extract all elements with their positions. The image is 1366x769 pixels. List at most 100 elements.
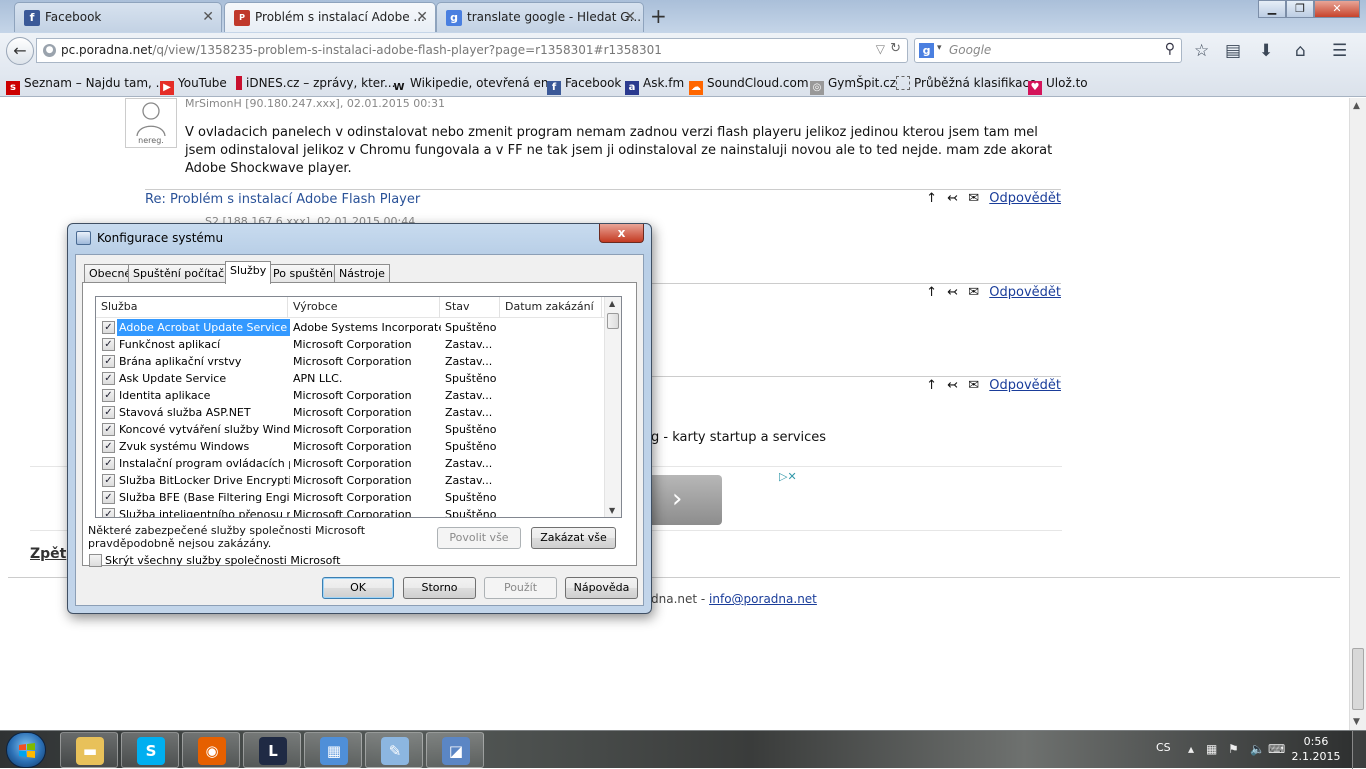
clock[interactable]: 0:56 2.1.2015 (1286, 734, 1346, 764)
service-row[interactable]: ✓ Koncové vytváření služby Windo... Micros… (96, 421, 606, 438)
volume-icon[interactable]: 🔈 (1250, 742, 1265, 756)
cancel-button[interactable]: Storno (403, 577, 476, 599)
taskbar-skype-button[interactable]: S (121, 732, 179, 768)
hide-microsoft-services-checkbox[interactable]: Skrýt všechny služby společnosti Microso… (89, 554, 340, 567)
service-row[interactable]: ✓ Identita aplikace Microsoft Corporation Z… (96, 387, 606, 404)
tab-services[interactable]: Služby (225, 261, 272, 284)
service-checkbox[interactable]: ✓ (102, 355, 115, 368)
tab-google[interactable]: g translate google - Hledat G... ✕ (436, 2, 644, 32)
service-checkbox[interactable]: ✓ (102, 389, 115, 402)
reply-title[interactable]: Re: Problém s instalací Adobe Flash Play… (145, 192, 420, 207)
service-checkbox[interactable]: ✓ (102, 338, 115, 351)
checkbox[interactable] (89, 554, 102, 567)
service-checkbox[interactable]: ✓ (102, 508, 115, 517)
close-icon[interactable]: ✕ (202, 3, 214, 31)
service-checkbox[interactable]: ✓ (102, 372, 115, 385)
service-checkbox[interactable]: ✓ (102, 321, 115, 334)
scroll-down-icon[interactable]: ▼ (1353, 717, 1360, 727)
arrow-up-icon[interactable]: ↑ (926, 191, 937, 206)
service-checkbox[interactable]: ✓ (102, 440, 115, 453)
taskbar-control-panel-button[interactable]: ▦ (304, 732, 362, 768)
ad-next-button[interactable]: › (647, 475, 722, 525)
scroll-up-icon[interactable]: ▲ (609, 299, 615, 308)
close-icon[interactable]: ✕ (624, 3, 636, 31)
taskbar-msconfig-button[interactable]: ◪ (426, 732, 484, 768)
dialog-close-button[interactable]: x (599, 224, 644, 243)
search-icon[interactable]: ⚲ (1165, 41, 1175, 57)
service-row[interactable]: ✓ Brána aplikační vrstvy Microsoft Corpora… (96, 353, 606, 370)
arrow-back-icon[interactable]: ↢ (947, 285, 958, 300)
bookmark-star-icon[interactable]: ☆ (1194, 41, 1209, 61)
show-desktop-button[interactable] (1352, 731, 1366, 769)
bookmark-gymspit[interactable]: ◎ GymŠpit.cz (810, 69, 896, 97)
close-window-icon[interactable]: ✕ (1314, 0, 1360, 18)
service-checkbox[interactable]: ✓ (102, 406, 115, 419)
action-center-icon[interactable]: ⚑ (1228, 742, 1239, 756)
taskbar-paint-button[interactable]: ✎ (365, 732, 423, 768)
home-icon[interactable]: ⌂ (1295, 41, 1306, 61)
language-indicator[interactable]: CS (1156, 741, 1171, 754)
reply-link[interactable]: Odpovědět (989, 285, 1061, 300)
apply-button[interactable]: Použít (484, 577, 557, 599)
service-row[interactable]: ✓ Funkčnost aplikací Microsoft Corporation… (96, 336, 606, 353)
tab-poradna[interactable]: P Problém s instalací Adobe ... ✕ (224, 2, 436, 32)
reload-icon[interactable]: ↻ (890, 41, 901, 56)
bookmark-ulozto[interactable]: ♥ Ulož.to (1028, 69, 1088, 97)
start-button[interactable] (6, 732, 46, 768)
service-row[interactable]: ✓ Stavová služba ASP.NET Microsoft Corpora… (96, 404, 606, 421)
history-dropdown-icon[interactable]: ▽ (876, 42, 885, 56)
ok-button[interactable]: OK (322, 577, 394, 599)
scroll-up-icon[interactable]: ▲ (1353, 101, 1360, 111)
service-row[interactable]: ✓ Služba inteligentního přenosu na...Micr… (96, 506, 606, 517)
reply-link[interactable]: Odpovědět (989, 191, 1061, 206)
taskbar-firefox-button[interactable]: ◉ (182, 732, 240, 768)
service-checkbox[interactable]: ✓ (102, 474, 115, 487)
downloads-icon[interactable]: ⬇ (1259, 41, 1273, 61)
mail-icon[interactable]: ✉ (968, 378, 979, 393)
mail-icon[interactable]: ✉ (968, 191, 979, 206)
bookmark-klasifikace[interactable]: Průběžná klasifikace (896, 69, 1037, 97)
new-tab-button[interactable]: + (650, 4, 667, 28)
bookmark-wikipedia[interactable]: W Wikipedie, otevřená en... (392, 69, 560, 97)
bookmark-idnes[interactable]: iDNES.cz – zprávy, kter... (236, 69, 395, 97)
column-header-disabled-date[interactable]: Datum zakázání (500, 297, 602, 318)
back-link[interactable]: Zpět (30, 546, 66, 562)
service-row[interactable]: ✓ Adobe Acrobat Update Service Adobe Syste… (96, 319, 606, 336)
column-header-vendor[interactable]: Výrobce (288, 297, 440, 318)
taskbar-league-button[interactable]: L (243, 732, 301, 768)
menu-icon[interactable]: ☰ (1332, 41, 1347, 61)
tab-startup[interactable]: Po spuštění (268, 264, 341, 283)
service-row[interactable]: ✓ Instalační program ovládacích pr...Micr… (96, 455, 606, 472)
bookmarks-list-icon[interactable]: ▤ (1225, 41, 1241, 61)
minimize-icon[interactable]: ▁ (1258, 0, 1286, 18)
page-scrollbar[interactable]: ▲ ▼ (1349, 98, 1366, 730)
services-scrollbar[interactable]: ▲ ▼ (604, 297, 621, 517)
taskbar-explorer-button[interactable]: ▬ (60, 732, 118, 768)
scroll-thumb[interactable] (607, 313, 619, 329)
footer-email-link[interactable]: info@poradna.net (709, 592, 817, 606)
service-row[interactable]: ✓ Ask Update Service APN LLC. Spuštěno (96, 370, 606, 387)
reply-link[interactable]: Odpovědět (989, 378, 1061, 393)
bookmark-youtube[interactable]: ▶ YouTube (160, 69, 227, 97)
arrow-up-icon[interactable]: ↑ (926, 285, 937, 300)
chevron-down-icon[interactable]: ▾ (937, 43, 942, 53)
tab-tools[interactable]: Nástroje (334, 264, 390, 283)
google-search-engine-icon[interactable]: g (919, 43, 934, 58)
enable-all-button[interactable]: Povolit vše (437, 527, 521, 549)
column-header-service[interactable]: Služba (96, 297, 288, 318)
show-hidden-icons-icon[interactable]: ▴ (1188, 742, 1194, 756)
scroll-down-icon[interactable]: ▼ (609, 506, 615, 515)
network-icon[interactable]: ▦ (1206, 742, 1217, 756)
column-header-status[interactable]: Stav (440, 297, 500, 318)
disable-all-button[interactable]: Zakázat vše (531, 527, 616, 549)
arrow-back-icon[interactable]: ↢ (947, 378, 958, 393)
search-box[interactable]: g ▾ Google ⚲ (914, 38, 1182, 63)
bookmark-soundcloud[interactable]: ☁ SoundCloud.com (689, 69, 809, 97)
keyboard-icon[interactable]: ⌨ (1268, 742, 1285, 756)
services-list[interactable]: Služba Výrobce Stav Datum zakázání ✓ Adob… (95, 296, 622, 518)
tab-facebook[interactable]: f Facebook ✕ (14, 2, 222, 32)
service-checkbox[interactable]: ✓ (102, 423, 115, 436)
ad-choices-icon[interactable]: ▷✕ (779, 470, 797, 483)
service-row[interactable]: ✓ Zvuk systému Windows Microsoft Corporati… (96, 438, 606, 455)
service-row[interactable]: ✓ Služba BitLocker Drive Encryption Micros… (96, 472, 606, 489)
